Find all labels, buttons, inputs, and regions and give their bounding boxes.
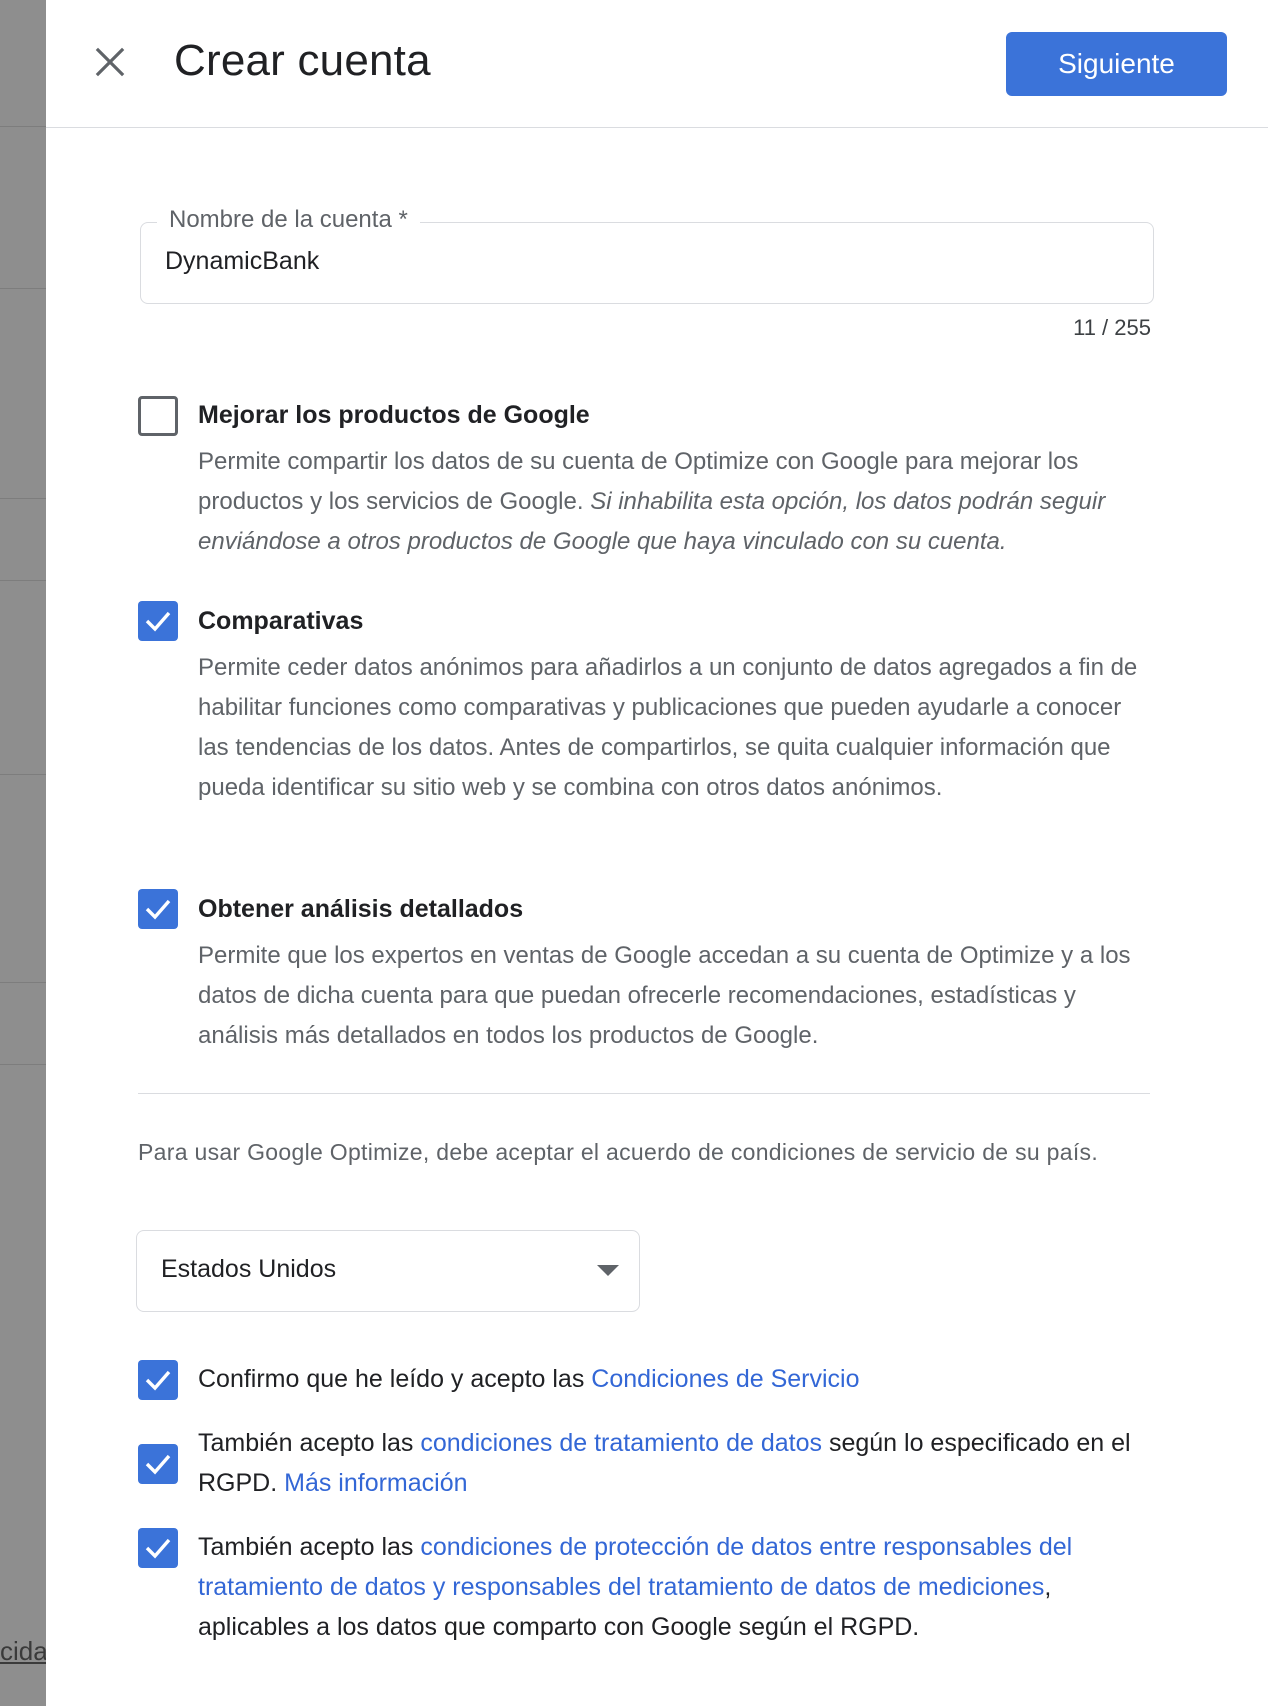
backdrop-divider: [0, 982, 46, 983]
country-select-value: Estados Unidos: [161, 1255, 337, 1283]
improve-products-checkbox[interactable]: [138, 396, 178, 436]
account-name-label: Nombre de la cuenta *: [157, 206, 420, 234]
backdrop-divider: [0, 774, 46, 775]
more-info-link[interactable]: Más información: [284, 1469, 467, 1497]
account-name-input[interactable]: [165, 239, 1125, 283]
controller-terms-checkbox[interactable]: [138, 1528, 178, 1568]
close-icon: [95, 47, 125, 77]
check-icon: [145, 1370, 171, 1391]
check-icon: [145, 899, 171, 920]
backdrop-divider: [0, 498, 46, 499]
terms-of-service-checkbox[interactable]: [138, 1360, 178, 1400]
country-select[interactable]: Estados Unidos: [136, 1230, 640, 1312]
consent-text-pre: También acepto las: [198, 1429, 421, 1457]
consent-text: También acepto las condiciones de protec…: [198, 1527, 1158, 1647]
dialog-header: Crear cuenta Siguiente: [46, 0, 1268, 128]
option-description: Permite ceder datos anónimos para añadir…: [198, 654, 1138, 801]
backdrop-link-text: cida: [0, 1636, 48, 1666]
backdrop-divider: [0, 1064, 46, 1065]
benchmarking-checkbox[interactable]: [138, 601, 178, 641]
data-processing-checkbox[interactable]: [138, 1444, 178, 1484]
data-processing-terms-link[interactable]: condiciones de tratamiento de datos: [420, 1429, 822, 1457]
dialog-title: Crear cuenta: [174, 36, 431, 85]
account-name-field[interactable]: Nombre de la cuenta *: [140, 206, 1154, 304]
backdrop-divider: [0, 288, 46, 289]
detailed-analysis-checkbox[interactable]: [138, 889, 178, 929]
dropdown-arrow-icon: [597, 1265, 619, 1276]
backdrop-divider: [0, 126, 46, 127]
close-button[interactable]: [88, 40, 132, 84]
check-icon: [145, 611, 171, 632]
section-divider: [138, 1093, 1150, 1094]
option-title: Obtener análisis detallados: [198, 895, 524, 923]
terms-intro: Para usar Google Optimize, debe aceptar …: [138, 1139, 1099, 1165]
consent-text-pre: Confirmo que he leído y acepto las: [198, 1365, 592, 1393]
terms-of-service-link[interactable]: Condiciones de Servicio: [591, 1365, 859, 1393]
backdrop-divider: [0, 580, 46, 581]
check-icon: [145, 1538, 171, 1559]
next-button[interactable]: Siguiente: [1006, 32, 1227, 96]
option-description: Permite que los expertos en ventas de Go…: [198, 942, 1131, 1049]
page-backdrop: [0, 0, 46, 1706]
check-icon: [145, 1454, 171, 1475]
consent-text-pre: También acepto las: [198, 1533, 421, 1561]
consent-text: También acepto las condiciones de tratam…: [198, 1423, 1158, 1503]
consent-text: Confirmo que he leído y acepto las Condi…: [198, 1359, 1158, 1399]
option-description: Permite compartir los datos de su cuenta…: [198, 442, 1158, 562]
create-account-dialog: Crear cuenta Siguiente Nombre de la cuen…: [46, 0, 1268, 1706]
option-title: Comparativas: [198, 607, 364, 635]
option-title: Mejorar los productos de Google: [198, 401, 590, 429]
char-counter: 11 / 255: [1073, 315, 1151, 340]
